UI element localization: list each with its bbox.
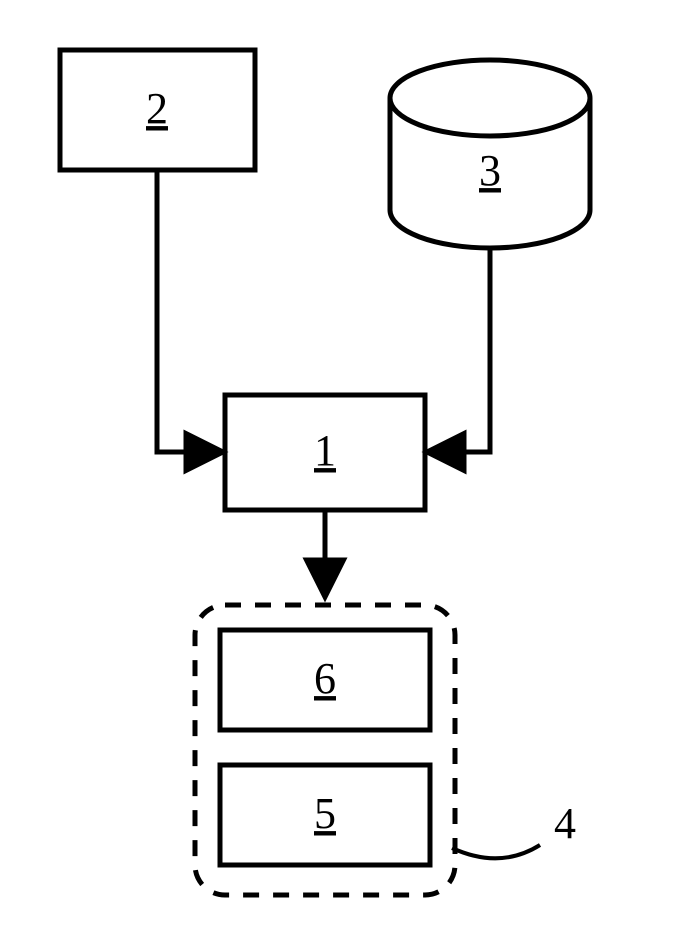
block-6-label: 6	[314, 654, 336, 703]
block-2: 2	[60, 50, 255, 170]
block-1-label: 1	[314, 426, 336, 475]
block-1: 1	[225, 395, 425, 510]
block-5: 5	[220, 765, 430, 865]
arrow-2-to-1	[157, 170, 221, 452]
block-2-label: 2	[146, 84, 168, 133]
block-3-cylinder: 3	[390, 60, 590, 248]
block-5-label: 5	[314, 789, 336, 838]
group-4-outline	[195, 605, 455, 895]
arrow-3-to-1	[429, 248, 490, 452]
group-4-leader	[452, 845, 540, 858]
block-3-label: 3	[479, 146, 501, 195]
block-6: 6	[220, 630, 430, 730]
group-4-label: 4	[554, 799, 576, 848]
block-diagram: 2 3 1 6 5 4	[0, 0, 673, 929]
